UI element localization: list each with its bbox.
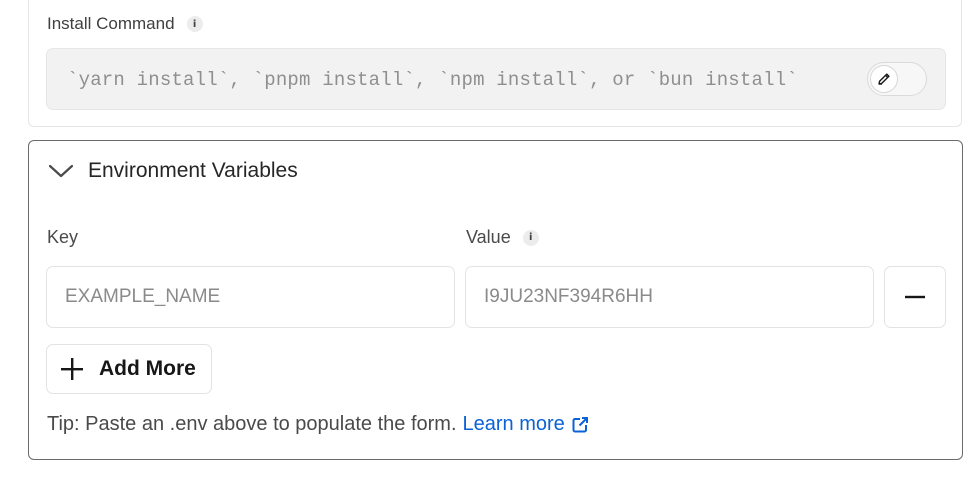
key-label-text: Key	[47, 227, 79, 247]
add-more-label: Add More	[99, 357, 196, 380]
remove-row-button[interactable]	[884, 266, 946, 328]
value-label-text: Value	[466, 227, 511, 247]
key-label: Key	[47, 227, 78, 248]
learn-more-label: Learn more	[462, 413, 565, 435]
add-more-button[interactable]: Add More	[46, 344, 212, 394]
plus-icon	[61, 358, 83, 380]
tip-text: Tip: Paste an .env above to populate the…	[47, 413, 589, 436]
env-value-input[interactable]	[465, 266, 874, 328]
install-command-label: Install Command i	[47, 14, 203, 34]
info-icon[interactable]: i	[186, 16, 203, 32]
external-link-icon[interactable]	[571, 416, 589, 434]
info-icon[interactable]: i	[522, 229, 539, 246]
install-command-input[interactable]: `yarn install`, `pnpm install`, `npm ins…	[46, 48, 946, 110]
value-label: Value i	[466, 227, 539, 248]
learn-more-link[interactable]: Learn more	[463, 413, 565, 436]
toggle-knob	[870, 65, 898, 93]
install-command-label-text: Install Command	[47, 14, 175, 33]
override-toggle[interactable]	[867, 62, 927, 96]
minus-icon	[905, 295, 925, 299]
environment-variables-title: Environment Variables	[88, 159, 298, 182]
tip-message: Tip: Paste an .env above to populate the…	[47, 413, 457, 435]
install-command-placeholder: `yarn install`, `pnpm install`, `npm ins…	[67, 69, 798, 91]
environment-variables-toggle[interactable]: Environment Variables	[48, 157, 298, 185]
env-key-input[interactable]	[46, 266, 455, 328]
chevron-down-icon	[48, 164, 74, 178]
pencil-icon	[878, 73, 890, 85]
